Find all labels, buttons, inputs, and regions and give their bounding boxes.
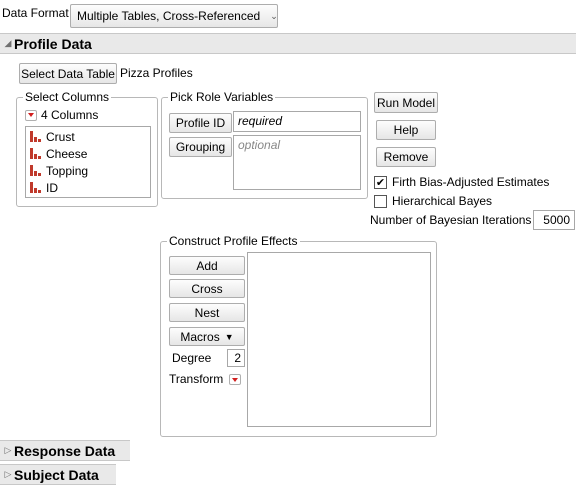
table-name: Pizza Profiles (120, 66, 193, 80)
profile-id-button[interactable]: Profile ID (169, 113, 232, 133)
degree-label: Degree (172, 351, 212, 365)
construct-effects-label: Construct Profile Effects (167, 234, 300, 248)
data-format-selected: Multiple Tables, Cross-Referenced (77, 9, 261, 23)
iterations-field[interactable]: 5000 (533, 210, 575, 230)
response-data-header[interactable]: ▷ Response Data (0, 440, 130, 461)
columns-count-label: 4 Columns (41, 108, 99, 122)
grouping-button[interactable]: Grouping (169, 137, 232, 157)
columns-list[interactable]: Crust Cheese Topping ID (25, 126, 151, 198)
bayes-checkbox[interactable] (374, 194, 387, 208)
list-item[interactable]: Topping (26, 162, 150, 179)
profile-data-header[interactable]: ◢ Profile Data (0, 33, 576, 54)
subject-data-title: Subject Data (14, 466, 99, 483)
nominal-column-icon (30, 131, 42, 142)
remove-button[interactable]: Remove (376, 147, 436, 167)
nest-button[interactable]: Nest (169, 303, 245, 322)
select-columns-label: Select Columns (23, 90, 112, 104)
red-triangle-menu-icon[interactable] (25, 109, 37, 121)
transform-label: Transform (169, 372, 224, 386)
profile-id-field[interactable]: required (233, 111, 361, 132)
columns-count: 4 Columns (25, 108, 98, 122)
select-data-table-button[interactable]: Select Data Table (19, 63, 117, 84)
disclosure-open-icon[interactable]: ◢ (2, 38, 14, 49)
degree-field[interactable]: 2 (227, 349, 245, 367)
chevron-down-icon: ⌄ (270, 10, 278, 21)
effects-list[interactable] (247, 252, 431, 427)
nominal-column-icon (30, 148, 42, 159)
subject-data-header[interactable]: ▷ Subject Data (0, 464, 116, 485)
list-item[interactable]: Crust (26, 128, 150, 145)
macros-label: Macros (180, 329, 220, 344)
response-data-title: Response Data (14, 442, 116, 459)
add-button[interactable]: Add (169, 256, 245, 275)
bayes-option[interactable]: Hierarchical Bayes (374, 194, 492, 208)
firth-checkbox[interactable]: ✔ (374, 175, 387, 189)
select-columns-group: Select Columns 4 Columns Crust Cheese To… (16, 90, 158, 207)
pick-role-label: Pick Role Variables (168, 90, 276, 104)
cross-button[interactable]: Cross (169, 279, 245, 298)
profile-data-title: Profile Data (14, 35, 92, 52)
firth-label: Firth Bias-Adjusted Estimates (392, 175, 550, 189)
macros-button[interactable]: Macros ▼ (169, 327, 245, 346)
firth-option[interactable]: ✔ Firth Bias-Adjusted Estimates (374, 175, 549, 189)
help-button[interactable]: Help (376, 120, 436, 140)
run-model-button[interactable]: Run Model (374, 92, 438, 113)
list-item[interactable]: Cheese (26, 145, 150, 162)
construct-effects-group: Construct Profile Effects Add Cross Nest… (160, 234, 437, 437)
pick-role-group: Pick Role Variables Profile ID required … (161, 90, 368, 199)
nominal-column-icon (30, 182, 42, 193)
disclosure-closed-icon[interactable]: ▷ (2, 445, 14, 456)
disclosure-closed-icon[interactable]: ▷ (2, 469, 14, 480)
grouping-field[interactable]: optional (233, 135, 361, 190)
transform-menu-icon[interactable] (229, 374, 241, 385)
bayes-label: Hierarchical Bayes (392, 194, 493, 208)
iterations-label: Number of Bayesian Iterations (370, 213, 532, 227)
data-format-label: Data Format (2, 6, 69, 20)
data-format-dropdown[interactable]: Multiple Tables, Cross-Referenced ⌄ (70, 4, 278, 28)
caret-down-icon: ▼ (224, 331, 234, 342)
list-item[interactable]: ID (26, 179, 150, 196)
nominal-column-icon (30, 165, 42, 176)
